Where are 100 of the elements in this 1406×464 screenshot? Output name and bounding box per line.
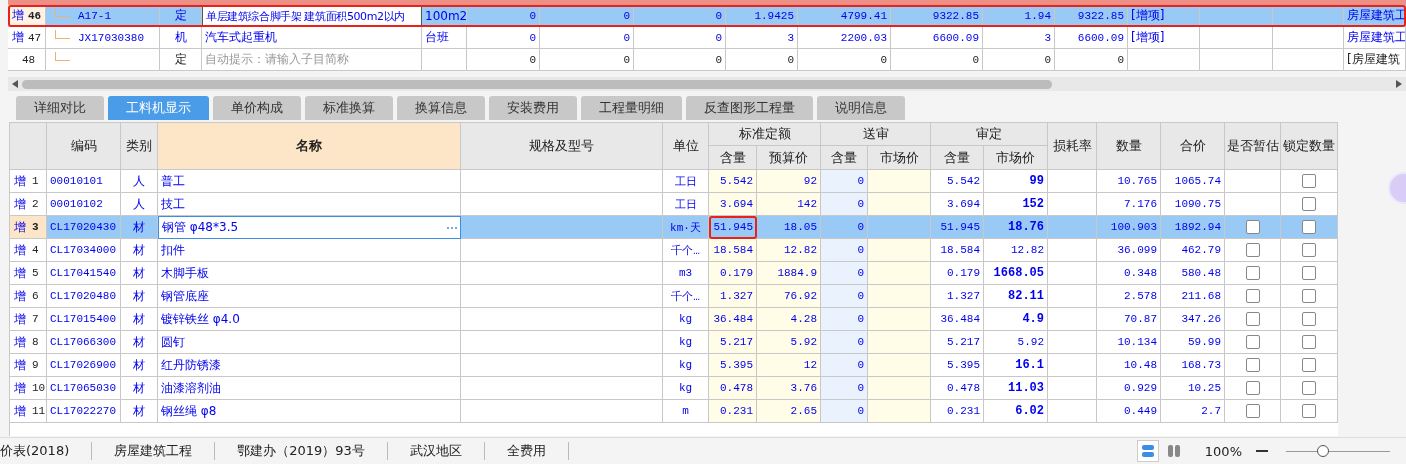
- column-header[interactable]: 损耗率: [1048, 122, 1097, 170]
- tab[interactable]: 工程量明细: [581, 96, 682, 120]
- scroll-right-icon[interactable]: [1396, 80, 1402, 88]
- tab[interactable]: 换算信息: [397, 96, 485, 120]
- column-header[interactable]: 编码: [47, 122, 121, 170]
- approved-quantity: 0.231: [947, 405, 980, 417]
- lock-checkbox[interactable]: [1302, 335, 1316, 349]
- column-header[interactable]: 类别: [121, 122, 158, 170]
- resource-unit: m: [682, 405, 689, 417]
- lock-checkbox[interactable]: [1302, 197, 1316, 211]
- resource-name: 油漆溶剂油: [161, 379, 221, 397]
- estimate-checkbox[interactable]: [1245, 381, 1260, 395]
- column-header[interactable]: 名称: [158, 122, 461, 170]
- market-price: 82.11: [1008, 289, 1044, 303]
- tab[interactable]: 说明信息: [817, 96, 905, 120]
- resource-row[interactable]: 增 3 CL17020430 材 钢管 φ48*3.5 km·天 51.945 18.05 0 51.945 18.76 100.903 1892.94: [10, 216, 1338, 239]
- scroll-left-icon[interactable]: [12, 80, 18, 88]
- value-cell: 0: [1044, 53, 1051, 66]
- item-unit: 台班: [425, 29, 449, 46]
- budget-price: 1884.9: [777, 267, 817, 279]
- resource-row[interactable]: 增 7 CL17015400 材 镀锌铁丝 φ4.0 kg 36.484 4.28 0 36.484 4.9 70.87 347.26: [10, 308, 1338, 331]
- resource-unit: 工日: [674, 197, 697, 212]
- standard-quantity: 5.542: [720, 175, 753, 187]
- resource-row[interactable]: 增 8 CL17066300 材 圆钉 kg 5.217 5.92 0 5.217 5.92 10.134 59.99: [10, 331, 1338, 354]
- resource-name: 钢管底座: [161, 287, 209, 305]
- column-header[interactable]: 含量: [931, 146, 984, 170]
- quantity: 7.176: [1124, 198, 1157, 210]
- item-category: [房屋建筑: [1347, 51, 1400, 68]
- column-header[interactable]: 含量: [709, 146, 757, 170]
- column-header[interactable]: 预算价: [757, 146, 821, 170]
- row-number: 11: [32, 405, 46, 417]
- standard-quantity: 0.231: [720, 405, 753, 417]
- estimate-checkbox[interactable]: [1245, 289, 1260, 303]
- estimate-checkbox[interactable]: [1245, 266, 1260, 280]
- column-header[interactable]: 锁定数量: [1281, 122, 1338, 170]
- resource-unit: kg: [678, 359, 693, 371]
- column-header[interactable]: 规格及型号: [461, 122, 663, 170]
- lock-checkbox[interactable]: [1302, 174, 1316, 188]
- row-number: 2: [32, 198, 39, 210]
- resource-row[interactable]: 增 1 00010101 人 普工 工日 5.542 92 0 5.542 99 10.765 1065.74: [10, 170, 1338, 193]
- estimate-checkbox[interactable]: [1245, 312, 1260, 326]
- grid-row[interactable]: 48 定 自动提示：请输入子目简称 0 0 0 0 0 0 0 0 [房屋建筑: [8, 49, 1406, 71]
- lock-checkbox[interactable]: [1302, 358, 1316, 372]
- tree-connector: [55, 52, 70, 61]
- resource-row[interactable]: 增 6 CL17020480 材 钢管底座 千个… 1.327 76.92 0 1.327 82.11 2.578 211.68: [10, 285, 1338, 308]
- resource-row[interactable]: 增 11 CL17022270 材 钢丝绳 φ8 m 0.231 2.65 0 0.231 6.02 0.449 2.7: [10, 400, 1338, 423]
- resource-type: 材: [133, 310, 145, 328]
- column-header[interactable]: 是否暂估: [1225, 122, 1281, 170]
- estimate-checkbox[interactable]: [1245, 404, 1260, 418]
- approved-quantity: 51.945: [940, 221, 980, 233]
- scrollbar-thumb[interactable]: [22, 79, 1052, 89]
- view-mode-button[interactable]: [1136, 440, 1159, 462]
- column-header[interactable]: 市场价: [984, 146, 1048, 170]
- column-header[interactable]: 单位: [663, 122, 709, 170]
- lock-checkbox[interactable]: [1302, 243, 1316, 257]
- column-header[interactable]: 合价: [1161, 122, 1225, 170]
- column-header[interactable]: 市场价: [868, 146, 931, 170]
- resource-type: 材: [133, 333, 145, 351]
- horizontal-scrollbar[interactable]: [8, 77, 1406, 91]
- resource-row[interactable]: 增 9 CL17026900 材 红丹防锈漆 kg 5.395 12 0 5.395 16.1 10.48 168.73: [10, 354, 1338, 377]
- resource-unit: 工日: [674, 174, 697, 189]
- lock-checkbox[interactable]: [1302, 381, 1316, 395]
- estimate-checkbox[interactable]: [1245, 243, 1260, 257]
- column-header[interactable]: 含量: [821, 146, 868, 170]
- tab[interactable]: 标准换算: [305, 96, 393, 120]
- standard-quantity: 3.694: [720, 198, 753, 210]
- lock-checkbox[interactable]: [1302, 220, 1316, 234]
- resource-name-field[interactable]: 钢管 φ48*3.5: [158, 216, 461, 239]
- tab[interactable]: 反查图形工程量: [686, 96, 813, 120]
- market-price: 18.76: [1008, 220, 1044, 234]
- value-cell: 0: [715, 53, 722, 66]
- column-header[interactable]: 数量: [1097, 122, 1161, 170]
- added-mark: 增: [14, 172, 26, 190]
- zoom-slider-thumb[interactable]: [1317, 445, 1330, 457]
- added-mark: 增: [14, 195, 26, 213]
- lock-checkbox[interactable]: [1302, 266, 1316, 280]
- tab[interactable]: 单价构成: [213, 96, 301, 120]
- lock-checkbox[interactable]: [1302, 404, 1316, 418]
- resource-code: CL17066300: [50, 336, 116, 348]
- resource-name: 圆钉: [161, 333, 185, 351]
- item-type: 定: [174, 7, 187, 24]
- resource-row[interactable]: 增 4 CL17034000 材 扣件 千个… 18.584 12.82 0 18.584 12.82 36.099 462.79: [10, 239, 1338, 262]
- quantity: 0.348: [1124, 267, 1157, 279]
- resource-row[interactable]: 增 10 CL17065030 材 油漆溶剂油 kg 0.478 3.76 0 0.478 11.03 0.929 10.25: [10, 377, 1338, 400]
- lock-checkbox[interactable]: [1302, 312, 1316, 326]
- resource-code: CL17065030: [50, 382, 116, 394]
- total-price: 1090.75: [1174, 198, 1221, 210]
- submitted-quantity: 0: [857, 290, 864, 302]
- total-price: 10.25: [1188, 382, 1221, 394]
- estimate-checkbox[interactable]: [1245, 358, 1260, 372]
- added-mark: 增: [14, 218, 26, 236]
- submitted-quantity: 0: [857, 405, 864, 417]
- estimate-checkbox[interactable]: [1245, 335, 1260, 349]
- resource-row[interactable]: 增 5 CL17041540 材 木脚手板 m3 0.179 1884.9 0 0.179 1668.05 0.348 580.48: [10, 262, 1338, 285]
- value-cell: 0: [972, 53, 979, 66]
- lock-checkbox[interactable]: [1302, 289, 1316, 303]
- estimate-checkbox[interactable]: [1245, 220, 1260, 234]
- tab[interactable]: 详细对比: [16, 96, 104, 120]
- item-code: A17-1: [78, 9, 111, 22]
- tab[interactable]: 安装费用: [489, 96, 577, 120]
